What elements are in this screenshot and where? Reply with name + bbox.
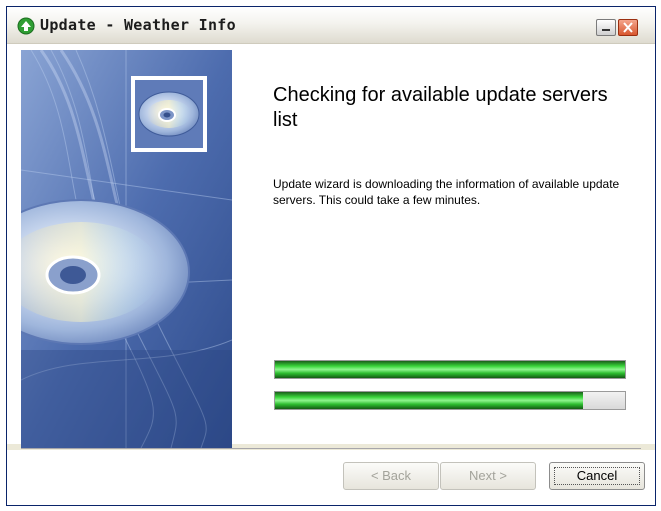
back-button[interactable]: < Back [343, 462, 439, 490]
progress-bar-overall [274, 360, 626, 379]
close-button[interactable] [618, 19, 638, 36]
progress-bar-current [274, 391, 626, 410]
button-bar: < Back Next > Cancel [7, 450, 655, 505]
page-title: Checking for available update servers li… [273, 84, 608, 131]
cd-disc-illustration [21, 50, 232, 448]
update-window: Update - Weather Info Checking for avail… [6, 6, 656, 506]
next-button[interactable]: Next > [440, 462, 536, 490]
description-text: Update wizard is downloading the informa… [273, 177, 620, 207]
close-icon [623, 22, 633, 33]
progress-fill [275, 361, 625, 378]
wizard-content: Checking for available update servers li… [7, 44, 655, 452]
update-arrow-icon [17, 17, 35, 35]
minimize-button[interactable] [596, 19, 616, 36]
cancel-button[interactable]: Cancel [549, 462, 645, 490]
window-title: Update - Weather Info [40, 16, 236, 34]
progress-fill [275, 392, 583, 409]
title-bar[interactable]: Update - Weather Info [7, 7, 655, 44]
